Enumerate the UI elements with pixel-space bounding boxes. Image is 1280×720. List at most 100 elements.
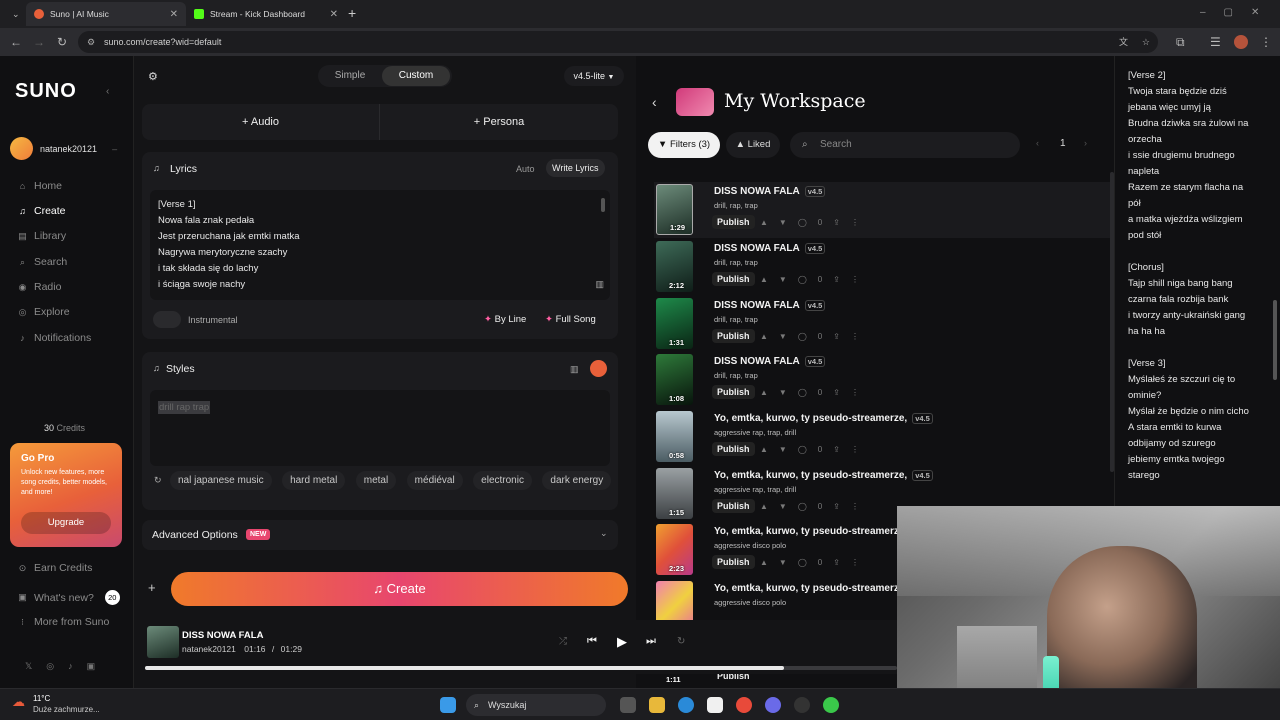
filters-button[interactable]: ▼ Filters (3) (648, 132, 720, 158)
style-chip[interactable]: hard metal (282, 471, 346, 490)
tab-kick[interactable]: Stream - Kick Dashboard ✕ (186, 2, 346, 26)
like-icon[interactable]: ▲ (760, 502, 768, 511)
lyrics-auto-button[interactable]: Auto (516, 164, 535, 174)
dislike-icon[interactable]: ▼ (779, 502, 787, 511)
comment-icon[interactable]: ◯ (798, 332, 807, 341)
publish-button[interactable]: Publish (712, 442, 755, 456)
share-icon[interactable]: ⇪ (833, 332, 840, 341)
chrome-icon[interactable] (736, 697, 752, 713)
player-progress-track[interactable] (145, 666, 897, 670)
comment-icon[interactable]: ◯ (798, 275, 807, 284)
taskbar-search-input[interactable]: ⌕ Wyszukaj (466, 694, 606, 716)
comment-icon[interactable]: ◯ (798, 445, 807, 454)
forward-icon[interactable]: → (33, 35, 45, 49)
lyrics-scrollbar[interactable] (1273, 300, 1277, 380)
model-select[interactable]: v4.5-lite ▼ (564, 66, 624, 86)
suno-logo[interactable]: SUNO (15, 80, 77, 103)
full-song-button[interactable]: ✦ Full Song (545, 314, 596, 325)
collapse-sidebar-icon[interactable]: ‹ (106, 86, 109, 97)
player-artist[interactable]: natanek20121 (182, 644, 236, 654)
publish-button[interactable]: Publish (712, 555, 755, 569)
song-title[interactable]: DISS NOWA FALA v4.5 (714, 186, 826, 197)
reload-icon[interactable]: ↻ (57, 35, 67, 49)
tab-list-button[interactable]: ⌄ (4, 2, 24, 26)
site-info-icon[interactable]: ⚙ (87, 31, 95, 53)
upgrade-button[interactable]: Upgrade (21, 512, 111, 534)
style-chip[interactable]: electronic (473, 471, 532, 490)
share-icon[interactable]: ⇪ (833, 502, 840, 511)
sidebar-item-notifications[interactable]: ♪ Notifications (18, 332, 91, 344)
style-chip[interactable]: metal (355, 471, 397, 490)
dislike-icon[interactable]: ▼ (779, 558, 787, 567)
next-track-icon[interactable]: ⏭ (646, 635, 656, 648)
previous-track-icon[interactable]: ⏮ (587, 635, 597, 648)
windows-start-icon[interactable] (440, 697, 456, 713)
song-thumbnail[interactable]: 1:15 (656, 468, 693, 519)
share-icon[interactable]: ⇪ (833, 388, 840, 397)
prev-page-icon[interactable]: ‹ (1036, 138, 1039, 148)
like-icon[interactable]: ▲ (760, 558, 768, 567)
like-icon[interactable]: ▲ (760, 445, 768, 454)
tab-suno[interactable]: Suno | AI Music ✕ (26, 2, 186, 26)
sidebar-item-search[interactable]: ⌕ Search (18, 256, 67, 268)
dislike-icon[interactable]: ▼ (779, 332, 787, 341)
dislike-icon[interactable]: ▼ (779, 275, 787, 284)
song-title[interactable]: Yo, emtka, kurwo, ty pseudo-streamerze (714, 526, 904, 537)
song-thumbnail[interactable]: 1:08 (656, 354, 693, 405)
reading-list-icon[interactable]: ☰ (1210, 35, 1221, 49)
share-icon[interactable]: ⇪ (833, 275, 840, 284)
more-icon[interactable]: ⋮ (851, 332, 859, 341)
play-icon[interactable]: ▶ (617, 634, 627, 650)
player-cover-image[interactable] (147, 626, 179, 658)
earn-credits-link[interactable]: ⊙ Earn Credits (18, 562, 93, 574)
back-icon[interactable]: ← (10, 35, 22, 49)
task-view-icon[interactable] (620, 697, 636, 713)
more-icon[interactable]: ⋮ (851, 558, 859, 567)
styles-input[interactable]: drill rap trap (150, 390, 610, 466)
styles-magic-button[interactable] (590, 360, 607, 377)
profile-avatar[interactable] (1234, 35, 1248, 49)
edge-icon[interactable] (678, 697, 694, 713)
scrollbar-thumb[interactable] (601, 198, 605, 212)
settings-gear-icon[interactable]: ⚙ (148, 70, 158, 83)
song-title[interactable]: Yo, emtka, kurwo, ty pseudo-streamerze, v… (714, 413, 933, 424)
publish-button[interactable]: Publish (712, 329, 755, 343)
user-profile[interactable]: natanek20121 – (10, 137, 117, 160)
song-thumbnail[interactable]: 2:12 (656, 241, 693, 292)
more-icon[interactable]: ⋮ (851, 445, 859, 454)
sidebar-item-radio[interactable]: ◉ Radio (18, 281, 62, 293)
song-title[interactable]: DISS NOWA FALA v4.5 (714, 356, 826, 367)
publish-button[interactable]: Publish (712, 272, 755, 286)
write-lyrics-button[interactable]: Write Lyrics (546, 159, 605, 177)
obs-icon[interactable] (794, 697, 810, 713)
clear-styles-icon[interactable]: ▥ (570, 364, 579, 375)
liked-button[interactable]: ▲ Liked (726, 132, 780, 158)
song-row[interactable]: 1:29 DISS NOWA FALA v4.5 drill, rap, trap… (654, 182, 1114, 238)
store-icon[interactable] (707, 697, 723, 713)
refresh-icon[interactable]: ↻ (154, 475, 162, 485)
style-chip[interactable]: dark energy (542, 471, 612, 490)
song-row[interactable]: 1:31 DISS NOWA FALA v4.5 drill, rap, trap… (654, 296, 1114, 352)
shuffle-icon[interactable]: ⤮ (559, 636, 567, 647)
song-row[interactable]: 2:12 DISS NOWA FALA v4.5 drill, rap, trap… (654, 239, 1114, 295)
song-title[interactable]: Yo, emtka, kurwo, ty pseudo-streamerze, v… (714, 470, 933, 481)
more-icon[interactable]: ⋮ (851, 218, 859, 227)
comment-icon[interactable]: ◯ (798, 502, 807, 511)
mode-custom-button[interactable]: Custom (382, 66, 450, 86)
next-page-icon[interactable]: › (1084, 138, 1087, 148)
sidebar-item-create[interactable]: ♫ Create (18, 205, 65, 217)
add-button[interactable]: + (148, 580, 156, 595)
repeat-icon[interactable]: ↻ (677, 636, 685, 647)
mode-simple-button[interactable]: Simple (318, 65, 382, 87)
song-thumbnail[interactable]: 0:58 (656, 411, 693, 462)
like-icon[interactable]: ▲ (760, 218, 768, 227)
more-icon[interactable]: ⋮ (851, 388, 859, 397)
like-icon[interactable]: ▲ (760, 388, 768, 397)
social-links[interactable]: 𝕏◎♪▣ (25, 661, 109, 672)
share-icon[interactable]: ⇪ (833, 445, 840, 454)
sidebar-item-explore[interactable]: ◎ Explore (18, 306, 70, 318)
trash-icon[interactable]: ▥ (595, 279, 604, 290)
style-chip[interactable]: médiéval (406, 471, 463, 490)
song-title[interactable]: Yo, emtka, kurwo, ty pseudo-streamerze (714, 583, 904, 594)
more-icon[interactable]: ⋮ (851, 275, 859, 284)
